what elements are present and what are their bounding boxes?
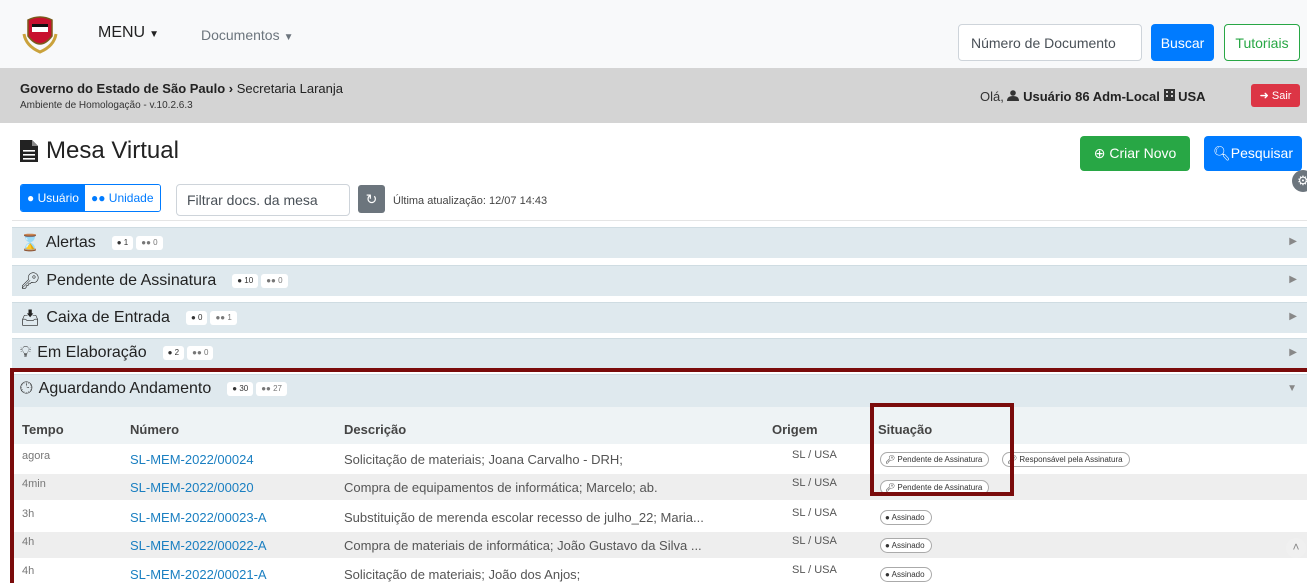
user-unit[interactable]: USA (1178, 89, 1205, 104)
user-name[interactable]: Usuário 86 Adm-Local (1023, 89, 1160, 104)
caret-right-icon: ▶ (1289, 311, 1297, 322)
environment-label: Ambiente de Homologação - v.10.2.6.3 (20, 100, 193, 111)
documents-dropdown[interactable]: Documentos ▼ (201, 27, 294, 43)
section-title: Pendente de Assinatura (46, 272, 217, 289)
create-new-button[interactable]: ⊕ Criar Novo (1080, 136, 1190, 171)
user-count: 2 (174, 348, 180, 357)
section-counts: ● 1 ●● 0 (111, 236, 163, 250)
section-counts: ● 0 ●● 1 (185, 311, 237, 325)
section-title: Caixa de Entrada (46, 309, 170, 326)
inbox-icon: 📥︎ (20, 310, 41, 327)
search-documents-label: Pesquisar (1230, 145, 1294, 161)
key-icon: 🔑︎ (20, 273, 41, 290)
user-icon (1007, 89, 1023, 104)
section-inbox[interactable]: 📥︎ Caixa de Entrada ● 0 ●● 1 ▶ (12, 302, 1307, 333)
context-band: Governo do Estado de São Paulo › Secreta… (0, 68, 1307, 123)
main-menu-dropdown[interactable]: MENU ▼ (98, 24, 159, 42)
unit-count: 0 (278, 276, 283, 285)
top-navbar: MENU▼ Documentos▼ Buscar Tutoriais (0, 0, 1307, 68)
gear-icon[interactable]: ⚙ (1292, 170, 1307, 192)
user-count: 10 (244, 276, 254, 285)
logout-button[interactable]: ➜ Sair (1251, 84, 1300, 107)
section-counts: ● 10 ●● 0 (232, 274, 288, 288)
filter-desk-input[interactable] (176, 184, 350, 216)
section-pending-signature[interactable]: 🔑︎ Pendente de Assinatura ● 10 ●● 0 ▶ (12, 265, 1307, 296)
user-greeting: Olá, Usuário 86 Adm-Local USA (980, 89, 1206, 104)
section-header: 💡︎ Em Elaboração ● 2 ●● 0 (20, 344, 214, 362)
user-count-badge: ● 1 (111, 236, 134, 250)
breadcrumb-separator-icon: › (228, 81, 234, 96)
user-count: 0 (198, 313, 203, 322)
sp-state-logo[interactable] (20, 14, 60, 54)
unit-count: 0 (153, 238, 158, 247)
section-in-elaboration[interactable]: 💡︎ Em Elaboração ● 2 ●● 0 ▶ (12, 338, 1307, 369)
file-icon (20, 140, 38, 162)
search-documents-button[interactable]: 🔍︎Pesquisar (1204, 136, 1302, 171)
lightbulb-icon: 💡︎ (20, 344, 32, 361)
unit-count-badge: ●● 0 (136, 236, 163, 250)
user-count-badge: ● 2 (162, 346, 185, 360)
caret-right-icon: ▶ (1289, 274, 1297, 285)
users-icon: ●● (90, 191, 106, 205)
tutorials-button[interactable]: Tutoriais (1224, 24, 1300, 61)
document-number-input[interactable] (958, 24, 1142, 61)
refresh-icon: ↻ (365, 190, 378, 207)
divider (12, 220, 1307, 221)
breadcrumb-org: Governo do Estado de São Paulo (20, 81, 226, 96)
unit-count-badge: ●● 0 (261, 274, 288, 288)
toggle-unit[interactable]: ●● Unidade (84, 185, 160, 211)
documents-label: Documentos (201, 27, 280, 43)
section-title: Em Elaboração (37, 344, 147, 361)
refresh-button[interactable]: ↻ (358, 185, 385, 213)
last-update-text: Última atualização: 12/07 14:43 (393, 195, 548, 207)
hourglass-icon: ⌛ (20, 235, 40, 252)
caret-down-icon: ▼ (283, 32, 294, 43)
scope-toggle: ● Usuário ●● Unidade (20, 184, 161, 212)
page-title: Mesa Virtual (20, 137, 179, 165)
user-count-badge: ● 10 (232, 274, 259, 288)
unit-count-badge: ●● 0 (187, 346, 214, 360)
menu-label: MENU (98, 24, 146, 41)
breadcrumb-dept: Secretaria Laranja (236, 81, 343, 96)
unit-count-badge: ●● 1 (210, 311, 237, 325)
section-header: ⌛ Alertas ● 1 ●● 0 (20, 233, 163, 253)
caret-right-icon: ▶ (1289, 236, 1297, 247)
section-title: Alertas (45, 234, 96, 251)
highlight-frame-status-column (870, 403, 1014, 496)
section-counts: ● 2 ●● 0 (162, 346, 214, 360)
unit-count: 0 (204, 348, 209, 357)
building-icon (1163, 89, 1179, 104)
toggle-unit-label: Unidade (108, 191, 154, 205)
search-icon: 🔍︎ (1212, 145, 1231, 161)
caret-down-icon: ▼ (149, 29, 160, 40)
toggle-user[interactable]: ● Usuário (21, 185, 85, 211)
user-count-badge: ● 0 (185, 311, 208, 325)
breadcrumb: Governo do Estado de São Paulo › Secreta… (20, 81, 343, 96)
section-alerts[interactable]: ⌛ Alertas ● 1 ●● 0 ▶ (12, 227, 1307, 258)
greeting-text: Olá, (980, 89, 1004, 104)
search-button[interactable]: Buscar (1151, 24, 1214, 61)
sign-out-icon: ➜ (1259, 90, 1269, 102)
section-header: 🔑︎ Pendente de Assinatura ● 10 ●● 0 (20, 271, 288, 291)
user-count: 1 (123, 238, 129, 247)
caret-right-icon: ▶ (1289, 347, 1297, 358)
unit-count: 1 (227, 313, 232, 322)
section-header: 📥︎ Caixa de Entrada ● 0 ●● 1 (20, 308, 237, 328)
page-title-text: Mesa Virtual (46, 137, 179, 164)
toggle-user-label: Usuário (37, 191, 79, 205)
plus-circle-icon: ⊕ (1093, 145, 1106, 161)
user-icon: ● (27, 191, 35, 205)
create-new-label: Criar Novo (1109, 145, 1177, 161)
logout-label: Sair (1271, 90, 1292, 102)
highlight-frame-section (10, 368, 1307, 583)
